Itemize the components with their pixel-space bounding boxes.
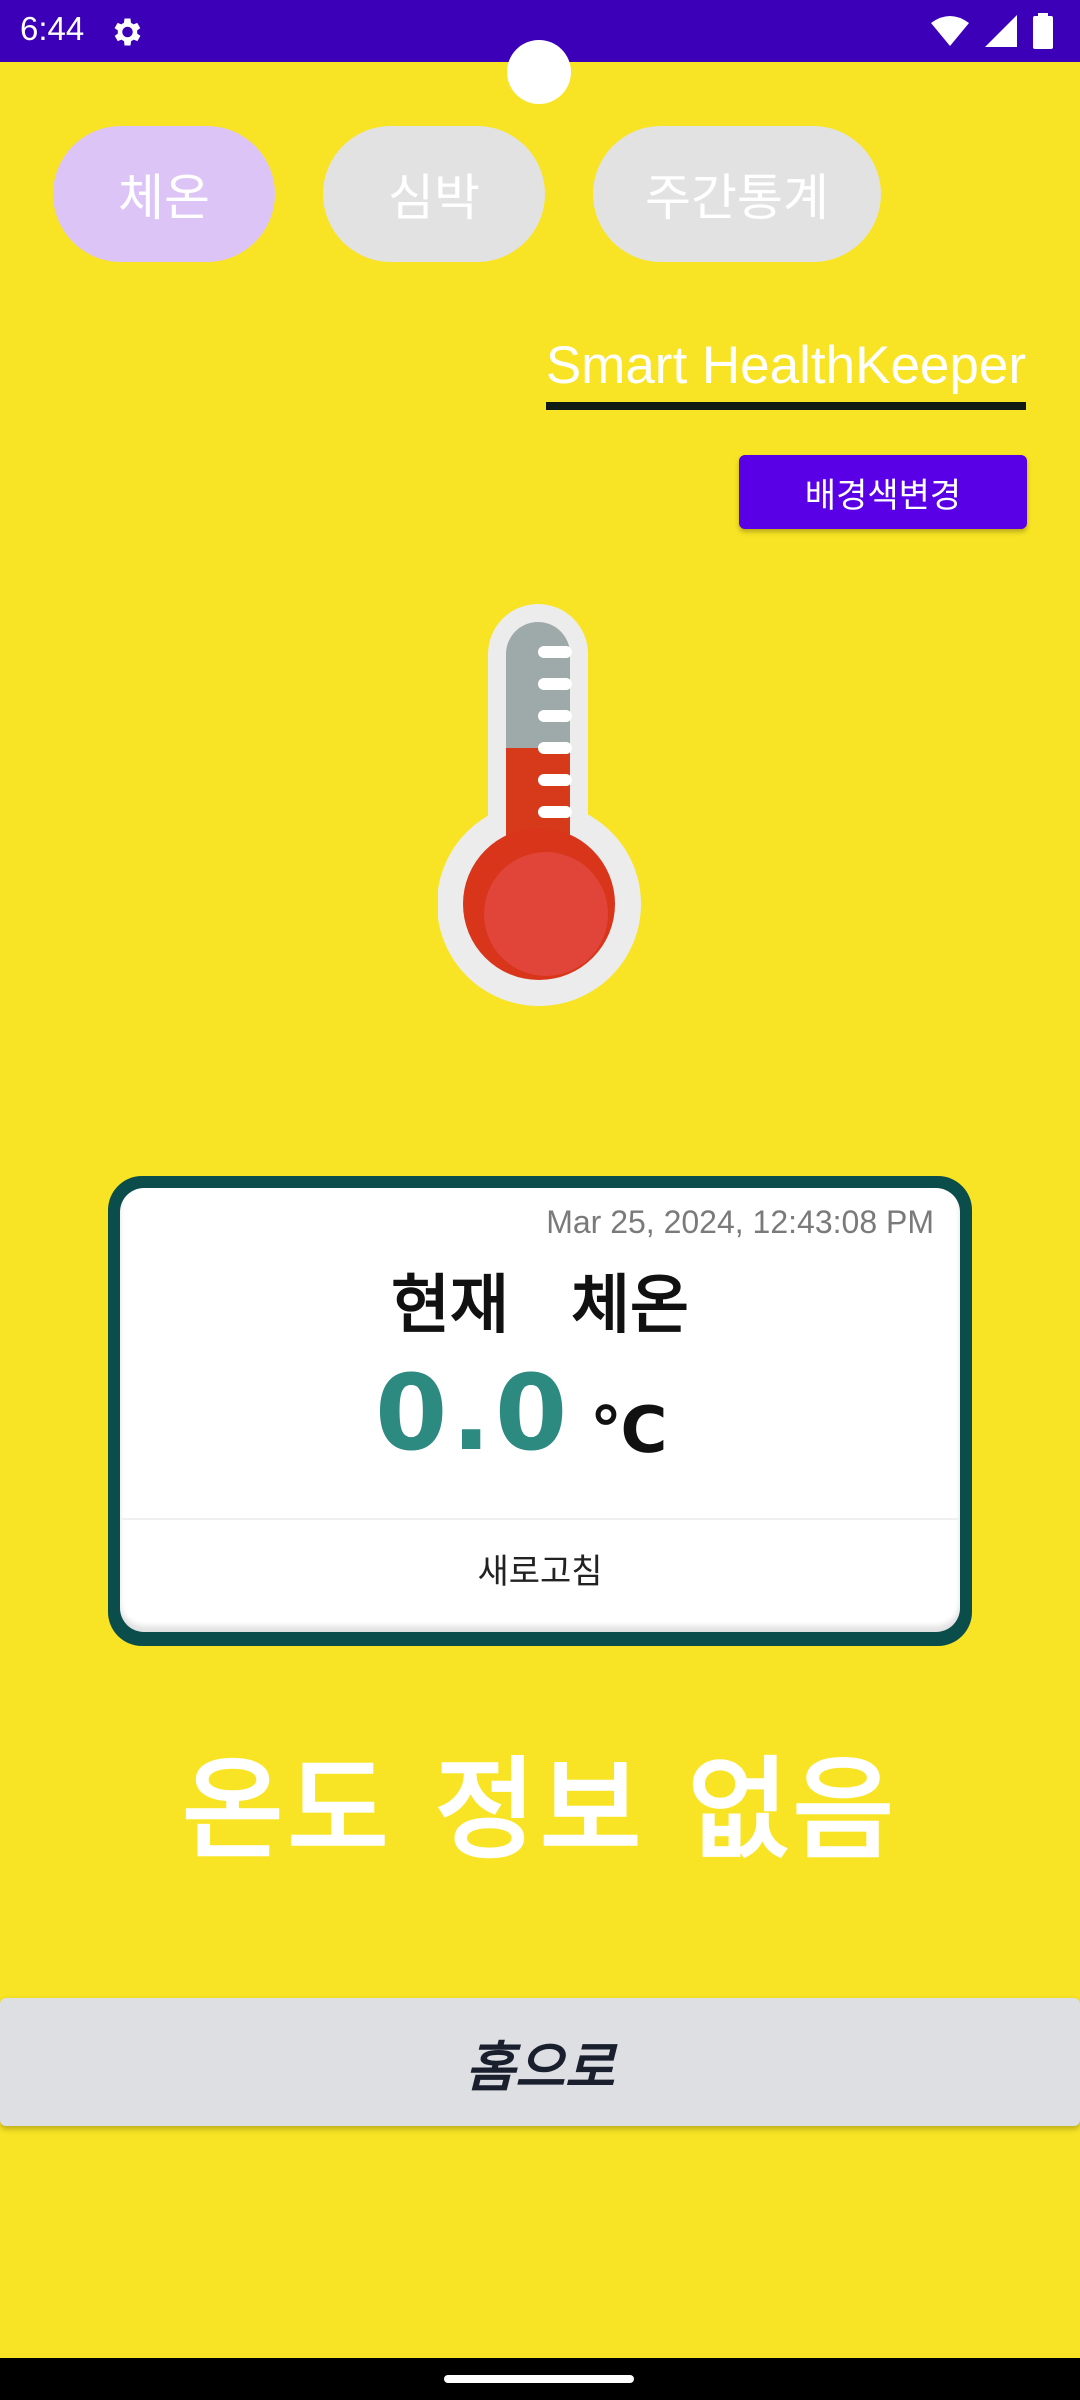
home-gesture-handle[interactable] bbox=[444, 2375, 634, 2383]
temperature-value: 0.0 bbox=[375, 1352, 572, 1474]
wifi-icon bbox=[931, 16, 969, 46]
tab-temperature[interactable]: 체온 bbox=[53, 126, 275, 262]
change-background-button[interactable]: 배경색변경 bbox=[739, 455, 1027, 529]
current-temperature-heading: 현재 체온 bbox=[391, 1269, 689, 1343]
thermometer-icon bbox=[438, 604, 641, 1006]
camera-cutout bbox=[507, 40, 571, 104]
app-title: Smart HealthKeeper bbox=[545, 334, 1026, 410]
battery-icon bbox=[1033, 13, 1053, 49]
home-button[interactable]: 홈으로 bbox=[0, 1998, 1080, 2126]
refresh-button[interactable]: 새로고침 bbox=[120, 1520, 960, 1616]
measurement-timestamp: Mar 25, 2024, 12:43:08 PM bbox=[546, 1204, 934, 1240]
status-time: 6:44 bbox=[20, 10, 85, 47]
signal-icon bbox=[985, 15, 1017, 47]
temperature-unit: ℃ bbox=[590, 1394, 668, 1468]
temperature-card: Mar 25, 2024, 12:43:08 PM 현재 체온 0.0 ℃ 새로… bbox=[108, 1176, 972, 1646]
navigation-bar bbox=[0, 2358, 1080, 2400]
tab-weekly-stats[interactable]: 주간통계 bbox=[593, 126, 881, 262]
no-temperature-message: 온도 정보 없음 bbox=[182, 1746, 898, 1874]
tab-heart-rate[interactable]: 심박 bbox=[323, 126, 545, 262]
status-icons bbox=[930, 12, 1054, 50]
settings-gear-icon bbox=[114, 18, 141, 46]
temperature-card-body: Mar 25, 2024, 12:43:08 PM 현재 체온 0.0 ℃ 새로… bbox=[120, 1188, 960, 1632]
